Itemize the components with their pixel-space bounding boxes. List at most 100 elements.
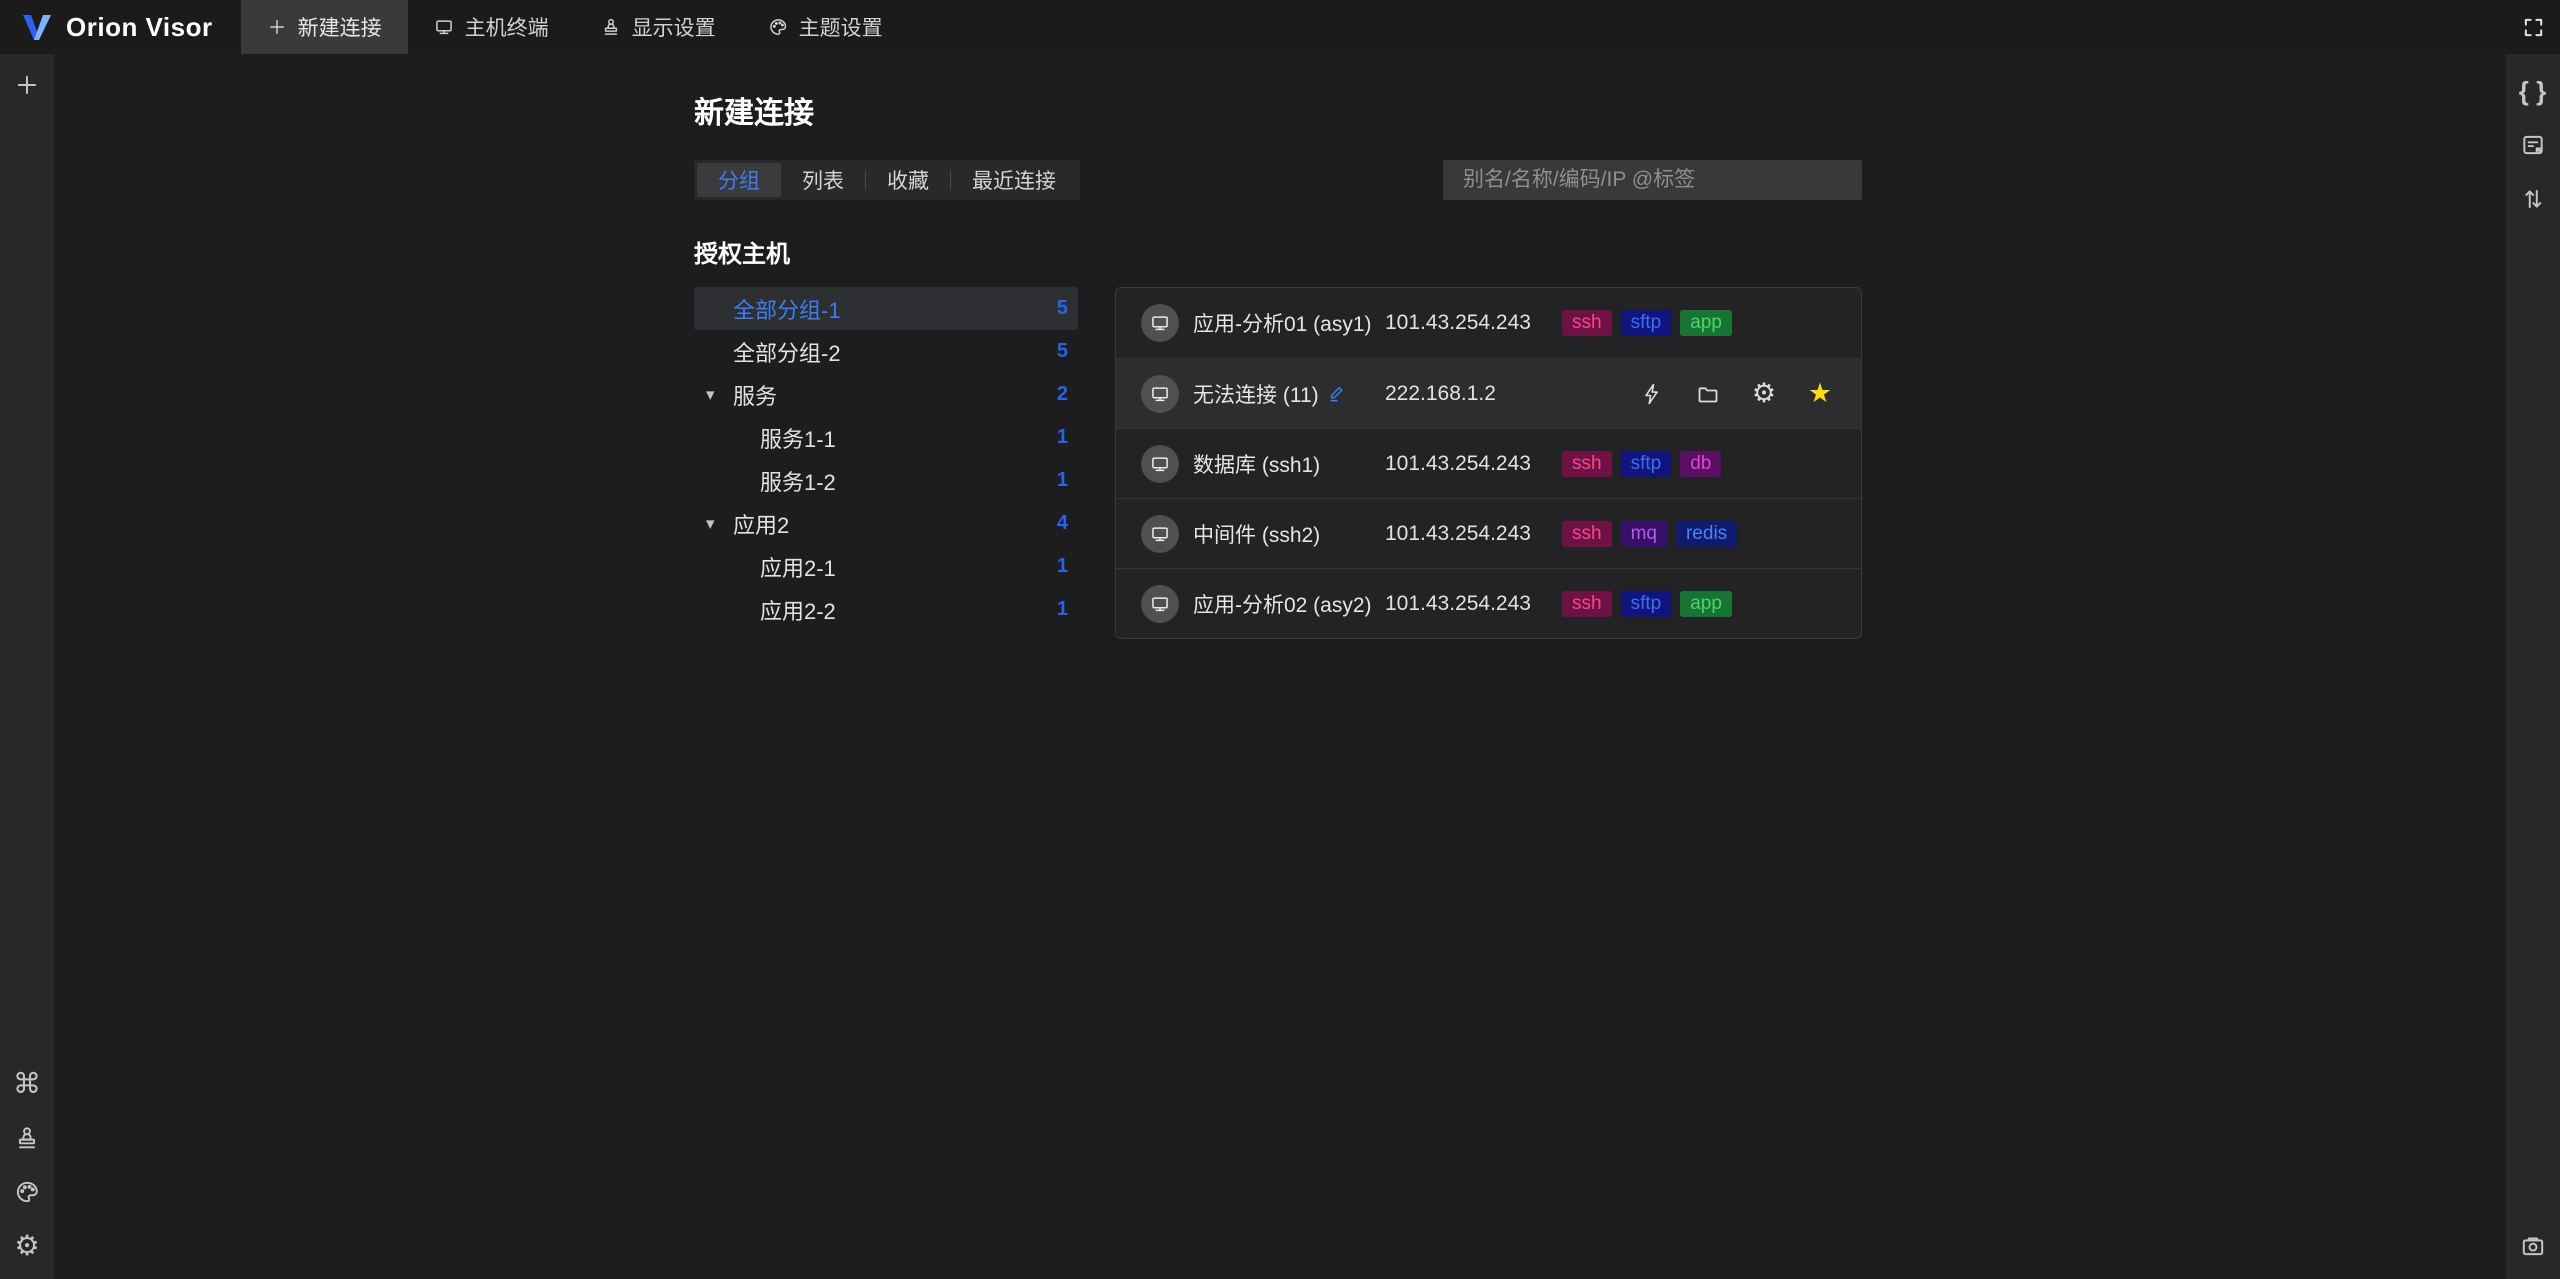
sort-arrows-icon — [2520, 186, 2546, 212]
view-tab-list[interactable]: 列表 — [781, 163, 865, 197]
gear-icon: ⚙ — [1751, 378, 1777, 408]
tree-item-label: 全部分组-2 — [733, 340, 841, 366]
tag-mq: mq — [1620, 520, 1667, 547]
top-bar: Orion Visor 新建连接 主机终端 显示设置 主题设置 — [0, 0, 2560, 54]
bookmark-doc-button[interactable] — [2506, 118, 2560, 172]
tab-theme-settings[interactable]: 主题设置 — [742, 0, 909, 54]
tag-ssh: ssh — [1562, 310, 1612, 336]
tab-display-settings[interactable]: 显示设置 — [575, 0, 742, 54]
host-avatar — [1141, 374, 1179, 413]
command-shortcuts-button[interactable]: ⌘ — [0, 1057, 54, 1111]
star-icon: ★ — [1807, 378, 1833, 408]
connect-terminal-button[interactable] — [1639, 381, 1665, 407]
screenshot-button[interactable] — [2506, 1219, 2560, 1273]
sort-order-button[interactable] — [2506, 172, 2560, 226]
tree-item-count: 1 — [1056, 598, 1068, 620]
main-content: 新建连接 分组列表收藏最近连接 授权主机 全部分组-1 5 全部分组-2 5 ▾ 服务 2 服… — [694, 88, 1862, 639]
host-name: 应用-分析01 (asy1) — [1193, 313, 1372, 336]
host-tags: ssh mq redis — [1562, 520, 1738, 547]
fullscreen-button[interactable] — [2506, 0, 2560, 54]
page-title: 新建连接 — [694, 97, 814, 130]
camera-icon — [2520, 1233, 2546, 1259]
plus-icon — [267, 17, 287, 37]
caret-down-icon[interactable]: ▾ — [706, 385, 715, 405]
monitor-icon — [1150, 594, 1170, 614]
tab-label: 主机终端 — [464, 17, 549, 40]
host-actions: ⚙ ★ — [1639, 378, 1861, 408]
tab-label: 显示设置 — [631, 17, 716, 40]
tree-item[interactable]: ▾ 服务 2 — [694, 373, 1078, 416]
braces-icon: { } — [2518, 76, 2548, 106]
caret-down-icon[interactable]: ▾ — [706, 514, 715, 534]
tab-label: 主题设置 — [798, 17, 883, 40]
tree-item-count: 4 — [1056, 512, 1068, 534]
json-view-button[interactable]: { } — [2506, 64, 2560, 118]
tree-item[interactable]: 全部分组-1 5 — [694, 287, 1078, 330]
plus-icon — [14, 72, 40, 98]
stamp-icon — [14, 1125, 40, 1151]
sftp-files-button[interactable] — [1695, 381, 1721, 407]
host-settings-button[interactable]: ⚙ — [1751, 378, 1777, 408]
host-tags: ssh sftp app — [1562, 590, 1732, 617]
settings-button[interactable]: ⚙ — [0, 1219, 54, 1273]
tree-item-label: 服务1-2 — [760, 469, 836, 495]
host-row[interactable]: 应用-分析01 (asy1) 101.43.254.243 ssh sftp app — [1116, 288, 1861, 358]
tree-item[interactable]: 服务1-2 1 — [694, 459, 1078, 502]
host-row[interactable]: 应用-分析02 (asy2) 101.43.254.243 ssh sftp app — [1116, 568, 1861, 638]
tree-item[interactable]: 全部分组-2 5 — [694, 330, 1078, 373]
host-name-col: 中间件 (ssh2) — [1193, 519, 1385, 549]
monitor-icon — [1150, 313, 1170, 333]
pencil-icon — [1328, 384, 1347, 403]
palette-icon — [768, 17, 788, 37]
host-tags: ssh sftp app — [1562, 310, 1732, 336]
tree-item-label: 服务1-1 — [760, 426, 836, 452]
host-row[interactable]: 数据库 (ssh1) 101.43.254.243 ssh sftp db — [1116, 428, 1861, 498]
tag-ssh: ssh — [1562, 450, 1612, 477]
view-tab-recent[interactable]: 最近连接 — [951, 163, 1077, 197]
tree-item[interactable]: ▾ 应用2 4 — [694, 502, 1078, 545]
host-ip: 101.43.254.243 — [1385, 311, 1531, 334]
left-sidebar-bottom: ⌘ ⚙ — [0, 1057, 54, 1279]
toolbar: 分组 列表 收藏 最近连接 — [694, 160, 1862, 200]
topbar-tabs: 新建连接 主机终端 显示设置 主题设置 — [240, 0, 909, 54]
left-sidebar-top — [0, 58, 54, 112]
tab-host-terminal[interactable]: 主机终端 — [408, 0, 575, 54]
view-tab-grouping[interactable]: 分组 — [697, 163, 781, 197]
host-row[interactable]: 中间件 (ssh2) 101.43.254.243 ssh mq redis — [1116, 498, 1861, 568]
host-avatar — [1141, 444, 1179, 483]
add-button[interactable] — [0, 58, 54, 112]
tree-item-label: 应用2-1 — [760, 555, 836, 581]
right-sidebar-top: { } — [2506, 64, 2560, 226]
view-tab-favorites[interactable]: 收藏 — [866, 163, 950, 197]
host-avatar — [1141, 584, 1179, 623]
host-name-col: 数据库 (ssh1) — [1193, 449, 1385, 479]
tag-ssh: ssh — [1562, 590, 1612, 617]
tag-sftp: sftp — [1620, 450, 1672, 477]
host-row[interactable]: 无法连接 (11) 222.168.1.2 ⚙ ★ — [1116, 358, 1861, 428]
edit-name-button[interactable] — [1328, 384, 1347, 403]
host-tags: ssh sftp db — [1562, 450, 1722, 477]
monitor-icon — [434, 17, 454, 37]
right-sidebar-bottom — [2506, 1219, 2560, 1279]
palette-icon — [14, 1179, 40, 1205]
theme-settings-button[interactable] — [0, 1165, 54, 1219]
tree-item[interactable]: 应用2-2 1 — [694, 588, 1078, 631]
tab-new-connection[interactable]: 新建连接 — [240, 0, 408, 54]
host-list: 应用-分析01 (asy1) 101.43.254.243 ssh sftp app 无法… — [1115, 287, 1862, 639]
tab-label: 新建连接 — [297, 17, 382, 40]
view-tabs: 分组 列表 收藏 最近连接 — [694, 160, 1080, 200]
fullscreen-icon — [2522, 16, 2545, 39]
favorite-button[interactable]: ★ — [1807, 378, 1833, 408]
orion-logo-icon — [20, 10, 54, 44]
tree-item[interactable]: 服务1-1 1 — [694, 416, 1078, 459]
host-name: 应用-分析02 (asy2) — [1193, 593, 1372, 617]
app-title: Orion Visor — [66, 11, 213, 42]
display-settings-button[interactable] — [0, 1111, 54, 1165]
tree-item-count: 5 — [1056, 297, 1068, 319]
tag-sftp: sftp — [1620, 590, 1672, 617]
host-avatar — [1141, 304, 1179, 342]
host-name: 数据库 (ssh1) — [1193, 453, 1321, 477]
tree-item[interactable]: 应用2-1 1 — [694, 545, 1078, 588]
search-input[interactable] — [1443, 160, 1862, 200]
folder-icon — [1696, 382, 1720, 406]
